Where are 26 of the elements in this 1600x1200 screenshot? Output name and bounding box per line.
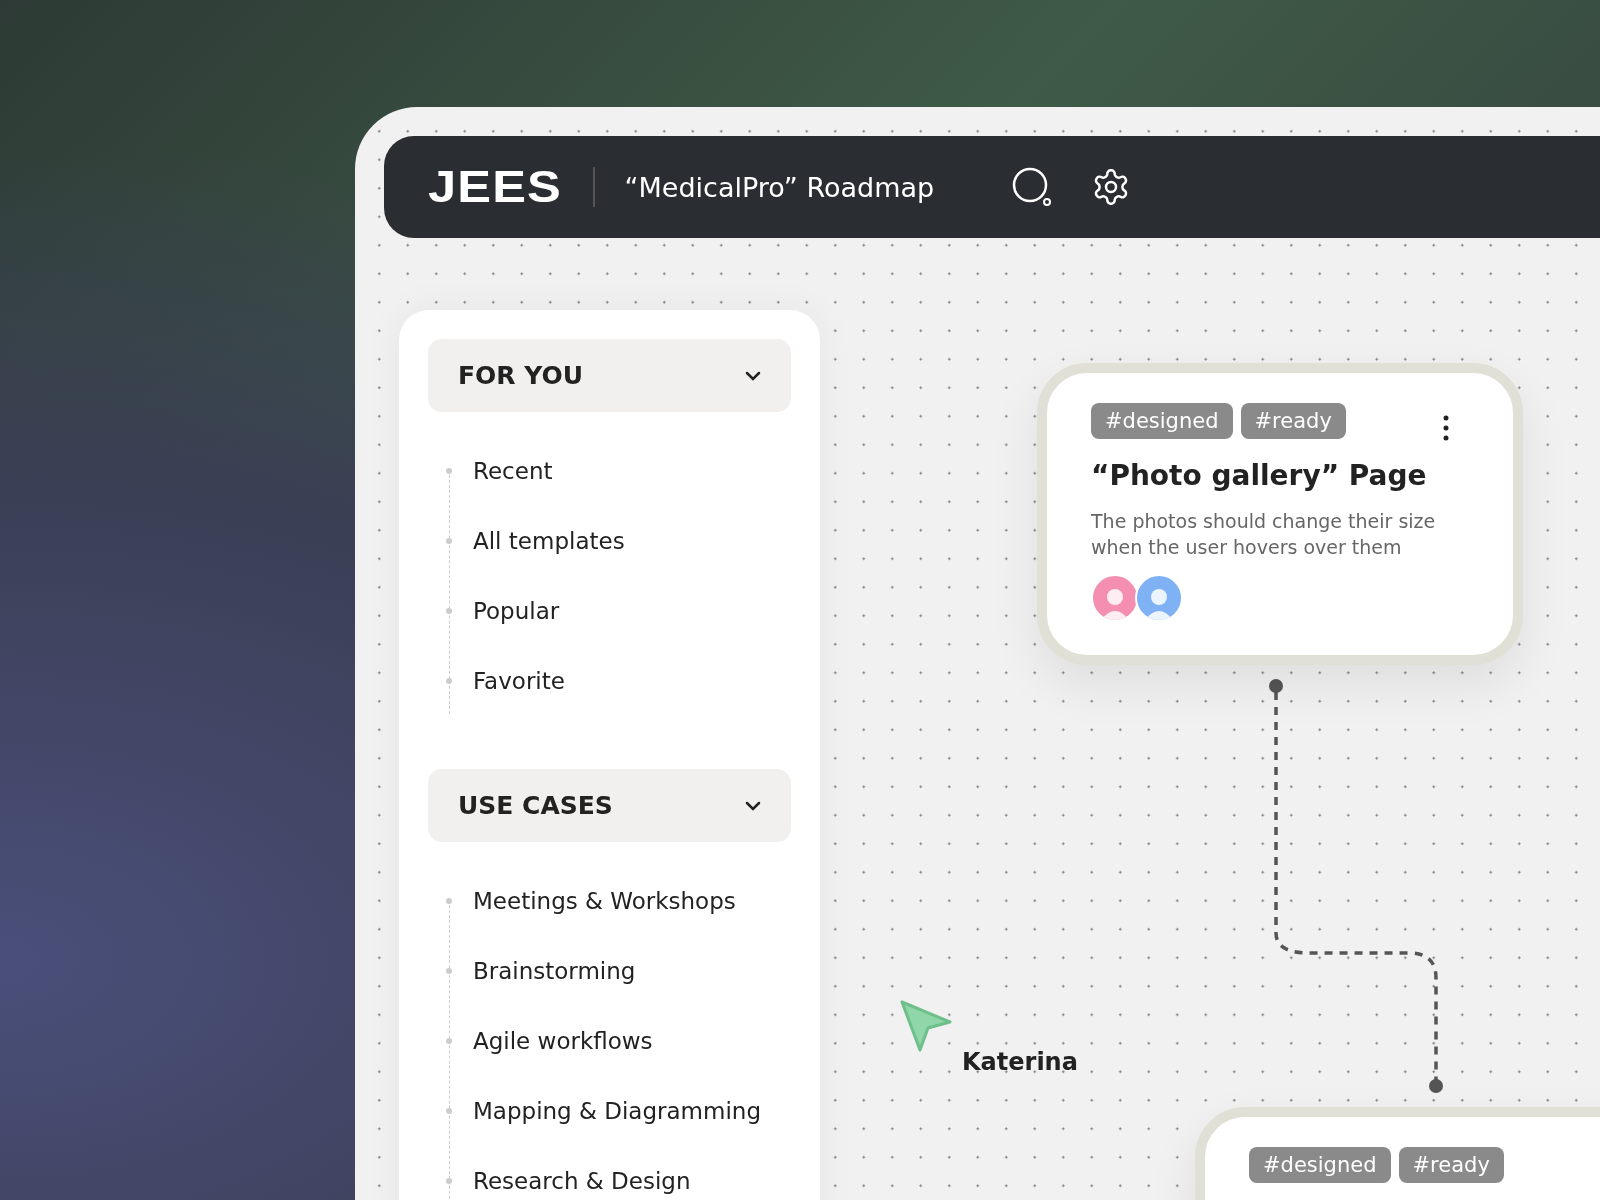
card-description: The photos should change their size when the user hovers over them	[1091, 509, 1437, 560]
board-title: “MedicalPro” Roadmap	[624, 171, 936, 203]
sidebar-item[interactable]: Agile workflows	[449, 1022, 791, 1092]
sidebar-item[interactable]: Popular	[449, 592, 791, 662]
card-title: “Photo gallery” Page	[1091, 459, 1428, 492]
sidebar-item[interactable]: Research & Design	[449, 1162, 791, 1200]
tag: #designed	[1249, 1147, 1391, 1183]
more-icon	[1443, 415, 1449, 441]
sidebar-item[interactable]: Mapping & Diagramming	[449, 1092, 791, 1162]
task-card[interactable]: #designed #ready “Photo gallery” Page The photos should change their size when the user hovers over them	[1037, 363, 1523, 665]
tag: #ready	[1398, 1147, 1504, 1183]
sidebar-item[interactable]: All templates	[449, 522, 791, 592]
logo: JEES	[428, 162, 562, 212]
section-header[interactable]: FOR YOU	[428, 339, 791, 412]
sidebar-item[interactable]: Recent	[449, 452, 791, 522]
chevron-icon	[745, 800, 761, 811]
search-icon	[1010, 166, 1053, 208]
sidebar-item[interactable]: Meetings & Workshops	[449, 882, 791, 952]
tag: #designed	[1091, 403, 1233, 439]
user-name: Katerina	[962, 1048, 1078, 1076]
tag: #ready	[1240, 403, 1346, 439]
cursor-icon	[898, 998, 954, 1054]
section-header[interactable]: USE CASES	[428, 769, 791, 842]
sidebar-item[interactable]: Favorite	[449, 662, 791, 732]
chevron-icon	[745, 370, 761, 381]
sidebar-item[interactable]: Brainstorming	[449, 952, 791, 1022]
